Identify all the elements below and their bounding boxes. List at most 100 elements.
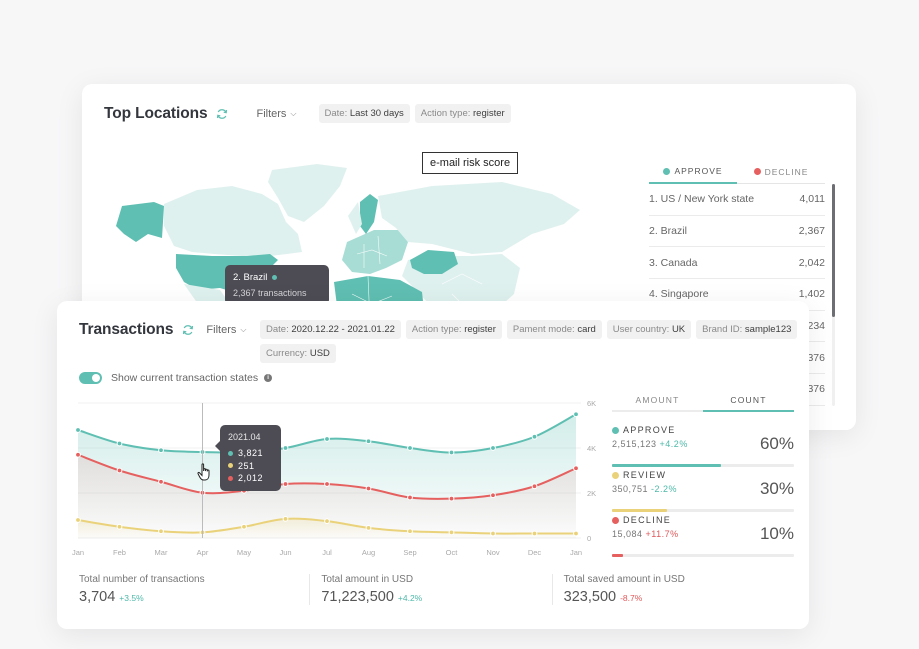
- total-change: +3.5%: [119, 593, 144, 603]
- location-name: 1. US / New York state: [649, 193, 755, 206]
- tab-count[interactable]: COUNT: [703, 395, 794, 412]
- show-states-toggle-row: Show current transaction states i: [79, 372, 273, 384]
- map-tooltip-title: 2. Brazil: [233, 272, 268, 283]
- stat-progress-bar: [612, 554, 794, 557]
- location-name: 2. Brazil: [649, 225, 687, 238]
- chip-value: UK: [671, 324, 686, 335]
- tab-decline[interactable]: DECLINE: [737, 166, 825, 183]
- total-amount-usd: Total amount in USD 71,223,500 +4.2%: [309, 574, 551, 605]
- data-point-decline: [282, 481, 289, 487]
- location-tabs: APPROVE DECLINE: [649, 166, 825, 184]
- totals-row: Total number of transactions 3,704 +3.5% …: [79, 574, 794, 605]
- locations-filters-button[interactable]: Filters ⌵: [256, 108, 296, 120]
- data-point-approve: [116, 440, 123, 447]
- filters-label: Filters: [206, 324, 237, 336]
- x-tick-label: Dec: [528, 548, 542, 557]
- x-tick-label: Feb: [113, 548, 126, 557]
- data-point-review: [531, 530, 538, 537]
- data-point-decline: [531, 483, 538, 490]
- list-item[interactable]: 3. Canada 2,042: [649, 247, 825, 280]
- chip-key: Date:: [266, 324, 289, 335]
- total-label: Total saved amount in USD: [563, 574, 685, 585]
- chevron-down-icon: ⌵: [240, 325, 247, 334]
- chip-key: Currency:: [266, 348, 308, 359]
- chip-value: 2020.12.22 - 2021.01.22: [291, 324, 395, 335]
- filter-chip-action-type[interactable]: Action type: register: [414, 104, 511, 123]
- stat-progress-bar: [612, 509, 794, 512]
- stat-percent: 30%: [759, 479, 794, 498]
- approve-dot-icon: [228, 450, 233, 456]
- tooltip-approve-value: 3,821: [238, 448, 264, 459]
- x-tick-label: Jan: [72, 548, 84, 557]
- data-point-review: [448, 529, 455, 536]
- stat-progress-bar: [612, 464, 794, 467]
- stat-progress-fill: [612, 509, 667, 512]
- refresh-icon[interactable]: [216, 108, 228, 120]
- chip-key: Date:: [324, 108, 348, 119]
- info-icon[interactable]: i: [264, 374, 273, 382]
- stat-change: -2.2%: [651, 484, 678, 494]
- filter-chip-user-country[interactable]: User country: UK: [606, 320, 692, 339]
- data-point-review: [75, 517, 81, 523]
- stat-label: DECLINE: [623, 515, 672, 525]
- stat-progress-fill: [612, 554, 623, 557]
- filter-chip-brand-id[interactable]: Brand ID: sample123: [696, 320, 798, 339]
- data-point-decline: [490, 492, 496, 499]
- stat-change: +11.7%: [645, 529, 679, 539]
- locations-title: Top Locations: [104, 104, 208, 122]
- data-point-approve: [531, 433, 538, 440]
- data-point-approve: [490, 445, 496, 451]
- chip-key: Brand ID:: [702, 324, 743, 335]
- total-label: Total amount in USD: [321, 574, 414, 585]
- x-tick-label: Jul: [322, 548, 332, 557]
- chip-key: Pament mode:: [512, 324, 575, 335]
- list-item[interactable]: 2. Brazil 2,367: [649, 216, 825, 248]
- filter-chip-action-type[interactable]: Action type: register: [405, 320, 502, 339]
- total-change: -8.7%: [620, 593, 643, 603]
- data-point-decline: [324, 481, 330, 487]
- data-point-approve: [407, 445, 413, 451]
- map-tooltip: 2. Brazil 2,367 transactions: [225, 265, 329, 305]
- decline-dot-icon: [612, 516, 619, 524]
- filter-chip-date[interactable]: Date: 2020.12.22 - 2021.01.22: [260, 320, 401, 339]
- data-point-review: [116, 523, 123, 530]
- data-point-approve: [448, 449, 455, 456]
- filter-chip-payment-mode[interactable]: Pament mode: card: [506, 320, 602, 339]
- data-point-decline: [158, 478, 164, 485]
- data-point-review: [365, 524, 372, 531]
- list-item[interactable]: 1. US / New York state 4,011: [649, 184, 825, 216]
- map-region-sweden: [360, 194, 378, 234]
- location-list-scrollbar-thumb[interactable]: [832, 184, 835, 317]
- y-tick-label: 4K: [587, 444, 596, 453]
- x-tick-label: Jun: [279, 548, 291, 557]
- refresh-icon[interactable]: [182, 324, 194, 336]
- stat-approve: APPROVE 2,515,123 +4.2% 60%: [612, 425, 794, 467]
- stat-change: +4.2%: [659, 439, 688, 449]
- chip-key: User country:: [612, 324, 670, 335]
- x-tick-label: Nov: [486, 548, 500, 557]
- transactions-chart[interactable]: 0 2K 4K 6K Jan Feb Mar Apr May Jun Jul Aug Sep Oct Nov…: [57, 396, 607, 566]
- tab-amount[interactable]: AMOUNT: [612, 395, 703, 410]
- y-tick-label: 6K: [587, 399, 596, 408]
- data-point-decline: [75, 451, 81, 458]
- transactions-filter-chips: Date: 2020.12.22 - 2021.01.22 Action typ…: [260, 320, 800, 363]
- stat-value: 350,751: [612, 484, 649, 494]
- filter-chip-date[interactable]: Date: Last 30 days: [318, 104, 410, 123]
- tab-approve[interactable]: APPROVE: [649, 166, 737, 184]
- chip-value: USD: [309, 348, 330, 359]
- show-states-toggle[interactable]: [79, 372, 102, 384]
- stat-value: 15,084: [612, 529, 643, 539]
- review-dot-icon: [228, 463, 233, 469]
- stat-percent: 10%: [759, 524, 794, 543]
- chip-key: Action type:: [420, 108, 471, 119]
- approve-dot-icon: [272, 275, 278, 280]
- data-point-approve: [75, 427, 81, 433]
- stat-percent: 60%: [759, 434, 794, 453]
- data-point-review: [158, 528, 164, 535]
- stat-decline: DECLINE 15,084 +11.7% 10%: [612, 515, 794, 557]
- total-value: 3,704: [79, 589, 116, 605]
- transactions-filters-button[interactable]: Filters ⌵: [206, 324, 246, 336]
- filter-chip-currency[interactable]: Currency: USD: [260, 344, 336, 363]
- data-point-approve: [324, 436, 330, 442]
- data-point-review: [573, 530, 579, 537]
